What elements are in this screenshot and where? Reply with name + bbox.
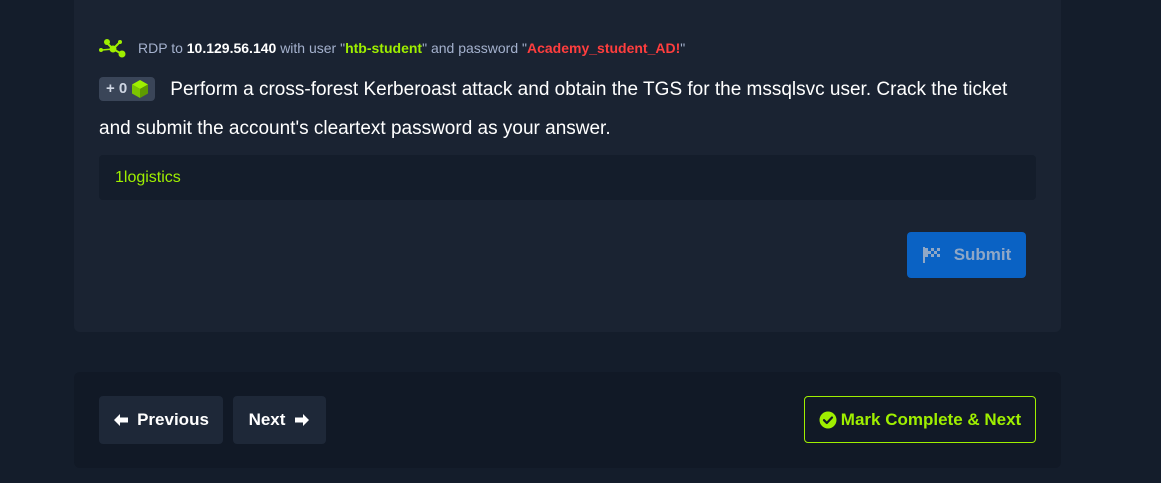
next-button[interactable]: Next [233,396,326,444]
network-hub-icon [99,39,126,58]
section-navigation: Previous Next Mark Complete & Next [74,372,1061,468]
mark-complete-next-button[interactable]: Mark Complete & Next [804,396,1036,443]
previous-label: Previous [137,410,209,429]
quote-close: " [680,40,686,56]
flag-icon [922,247,940,263]
and-password-text: and password [430,40,519,56]
question-text-block: + 0 Perform a cross-forest Kerberoast at… [99,70,1019,148]
username-value[interactable]: htb-student [345,40,422,56]
next-label: Next [248,410,286,429]
check-circle-icon [819,411,837,428]
with-user-text: with user [280,40,337,56]
cube-icon [132,80,149,98]
submit-label: Submit [953,245,1012,264]
rdp-prefix: RDP to [138,40,183,56]
question-text: Perform a cross-forest Kerberoast attack… [99,79,1008,139]
question-card: RDP to 10.129.56.140 with user " htb-stud… [74,0,1061,332]
answer-input[interactable]: 1logistics [99,155,1036,200]
answer-value: 1logistics [115,168,181,186]
rdp-connection-info: RDP to 10.129.56.140 with user " htb-stud… [98,38,685,58]
password-value[interactable]: Academy_student_AD! [527,40,680,56]
points-badge: + 0 [99,77,156,101]
mark-complete-label: Mark Complete & Next [840,409,1022,429]
previous-button[interactable]: Previous [99,396,223,444]
arrow-left-icon [114,414,129,426]
quote-close: " [422,40,428,56]
submit-button[interactable]: Submit [907,232,1026,278]
target-ip[interactable]: 10.129.56.140 [187,40,277,56]
arrow-right-icon [295,414,310,426]
points-value: + 0 [106,80,128,97]
